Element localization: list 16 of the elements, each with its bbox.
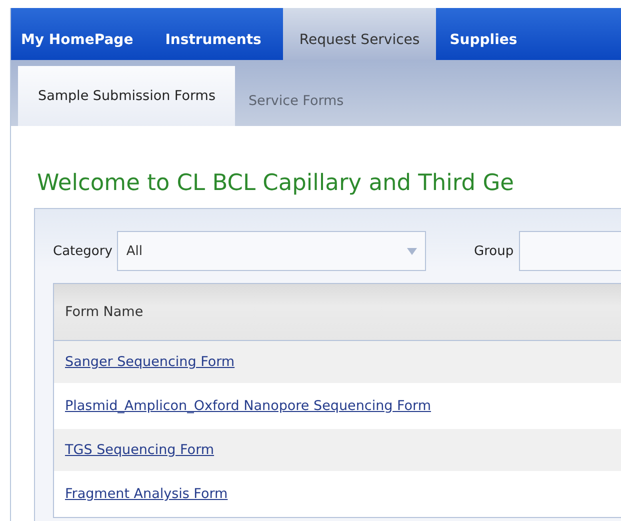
dropdown-arrow-icon xyxy=(407,248,417,254)
nav-tab[interactable]: Instruments xyxy=(155,20,272,60)
column-header: Form Name xyxy=(54,284,621,341)
nav-tab[interactable]: Request Services xyxy=(283,8,436,60)
form-link[interactable]: Plasmid_Amplicon_Oxford Nanopore Sequencing Form xyxy=(65,398,431,414)
form-link[interactable]: Sanger Sequencing Form xyxy=(65,354,235,370)
page-heading: Welcome to CL BCL Capillary and Third Ge xyxy=(37,170,515,196)
group-select[interactable] xyxy=(518,231,621,271)
sub-nav-tab[interactable]: Sample Submission Forms xyxy=(18,66,236,126)
nav-tab[interactable]: My HomePage xyxy=(11,20,144,60)
filter-label: Category xyxy=(53,244,112,258)
filter-label: Group xyxy=(474,244,514,258)
category-select[interactable]: All xyxy=(117,231,426,271)
form-link[interactable]: Fragment Analysis Form xyxy=(65,486,228,502)
nav-tab[interactable]: Supplies xyxy=(440,20,528,60)
form-link[interactable]: TGS Sequencing Form xyxy=(65,442,214,458)
